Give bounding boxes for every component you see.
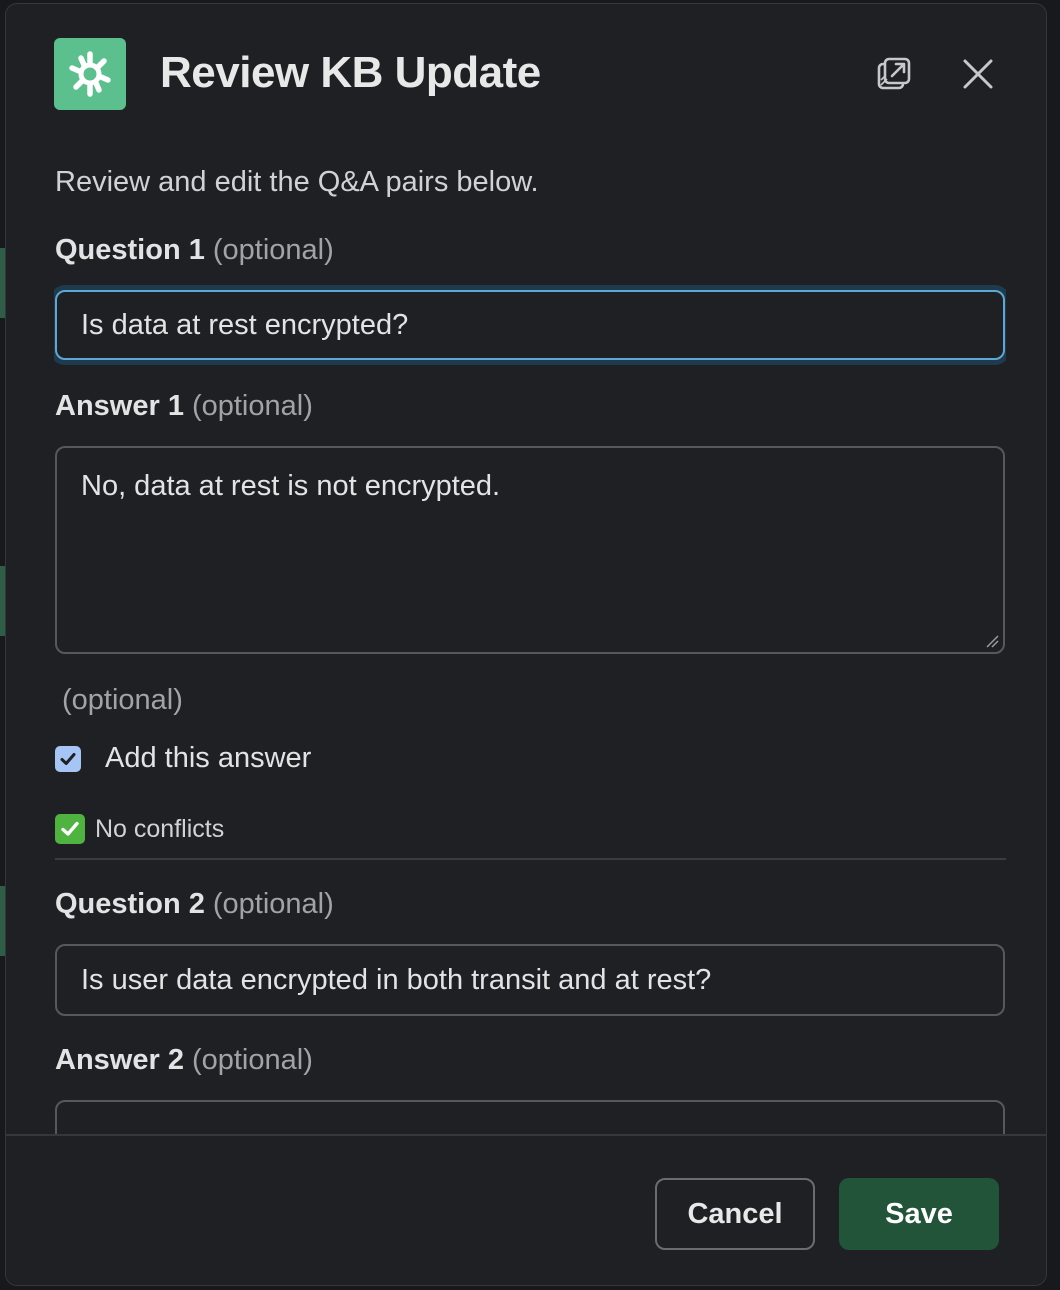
answer-1-value: No, data at rest is not encrypted. bbox=[81, 470, 501, 502]
question-1-value: Is data at rest encrypted? bbox=[81, 308, 409, 341]
resize-handle-icon[interactable] bbox=[985, 634, 999, 648]
dialog-body: Review and edit the Q&A pairs below. Que… bbox=[54, 144, 1006, 1134]
optional-field-label: (optional) bbox=[62, 684, 183, 716]
app-logo-icon bbox=[54, 38, 126, 110]
answer-1-label-text: Answer 1 bbox=[55, 390, 184, 422]
cancel-button[interactable]: Cancel bbox=[655, 1178, 815, 1250]
question-1-input[interactable]: Is data at rest encrypted? bbox=[55, 290, 1005, 360]
optional-tag: (optional) bbox=[212, 888, 334, 920]
popout-icon[interactable] bbox=[872, 52, 916, 96]
checkmark-icon bbox=[60, 752, 76, 765]
pair-divider bbox=[55, 858, 1006, 860]
question-2-input[interactable]: Is user data encrypted in both transit a… bbox=[55, 944, 1005, 1016]
question-2-value: Is user data encrypted in both transit a… bbox=[81, 963, 712, 996]
optional-tag: (optional) bbox=[191, 390, 313, 422]
answer-2-label-text: Answer 2 bbox=[55, 1044, 184, 1076]
answer-2-textarea[interactable] bbox=[55, 1100, 1005, 1134]
conflict-status: No conflicts bbox=[55, 814, 224, 844]
add-answer-label: Add this answer bbox=[105, 742, 312, 774]
add-answer-checkbox-row[interactable]: Add this answer bbox=[55, 742, 311, 775]
question-1-label-text: Question 1 bbox=[55, 234, 205, 266]
question-2-label-text: Question 2 bbox=[55, 888, 205, 920]
question-1-label: Question 1 (optional) bbox=[55, 234, 334, 267]
conflict-status-text: No conflicts bbox=[95, 814, 225, 843]
add-answer-checkbox[interactable] bbox=[55, 745, 81, 772]
check-mark-button-emoji bbox=[55, 814, 85, 844]
dialog-title: Review KB Update bbox=[160, 48, 541, 97]
answer-2-label: Answer 2 (optional) bbox=[55, 1044, 313, 1077]
optional-tag: (optional) bbox=[212, 234, 334, 266]
review-kb-dialog: Review KB Update Review and edit the Q&A… bbox=[5, 3, 1047, 1286]
intro-text: Review and edit the Q&A pairs below. bbox=[55, 166, 539, 198]
optional-tag: (optional) bbox=[191, 1044, 313, 1076]
answer-1-textarea[interactable]: No, data at rest is not encrypted. bbox=[55, 446, 1005, 654]
question-2-label: Question 2 (optional) bbox=[55, 888, 334, 921]
dialog-footer: Cancel Save bbox=[6, 1134, 1046, 1285]
answer-1-label: Answer 1 (optional) bbox=[55, 390, 313, 423]
close-icon[interactable] bbox=[956, 52, 1000, 96]
save-button[interactable]: Save bbox=[839, 1178, 999, 1250]
dialog-header: Review KB Update bbox=[6, 4, 1046, 144]
